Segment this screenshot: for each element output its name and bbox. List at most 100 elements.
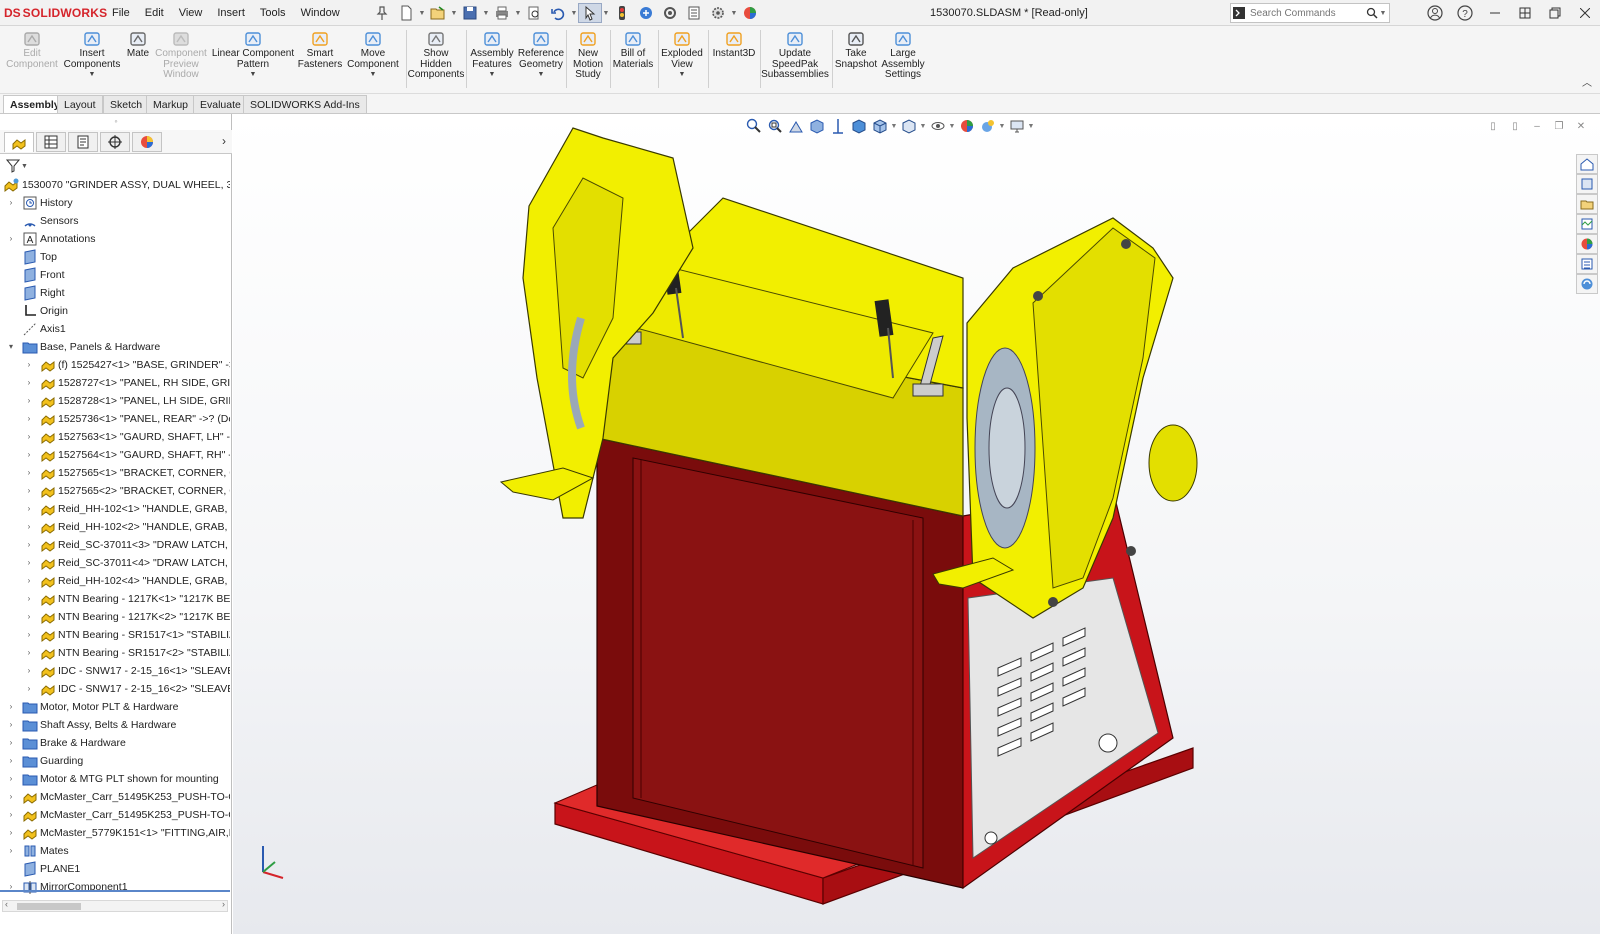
menu-insert[interactable]: Insert	[217, 7, 245, 19]
undo-dropdown[interactable]: ▼	[570, 3, 578, 23]
move-component-button[interactable]: Move Component ▼	[345, 28, 401, 92]
help-icon[interactable]: ?	[1450, 0, 1480, 26]
tree-item[interactable]: › History	[0, 194, 230, 212]
expand-arrow-icon[interactable]: ›	[6, 752, 16, 770]
viewport-close-icon[interactable]: ✕	[1570, 118, 1592, 134]
options-gear-icon[interactable]	[658, 3, 682, 23]
user-account-icon[interactable]	[1420, 0, 1450, 26]
search-scope-icon[interactable]	[1231, 4, 1247, 22]
search-dropdown[interactable]: ▼	[1379, 3, 1387, 23]
tree-item-component[interactable]: › Reid_HH-102<2> "HANDLE, GRAB, 13"	[0, 518, 230, 536]
tab-solidworks-add-ins[interactable]: SOLIDWORKS Add-Ins	[243, 95, 367, 113]
show-hidden-components-button[interactable]: Show Hidden Components	[407, 28, 465, 92]
collapse-ribbon-icon[interactable]: ︿	[1582, 74, 1592, 89]
tab-display-manager[interactable]	[132, 132, 162, 152]
tree-item-component[interactable]: › 1527563<1> "GAURD, SHAFT, LH" ->? (	[0, 428, 230, 446]
viewport-next-icon[interactable]: ▯	[1504, 118, 1526, 134]
tree-item-component[interactable]: › IDC - SNW17 - 2-15_16<2> "SLEAVE, NU	[0, 680, 230, 698]
expand-arrow-icon[interactable]: ›	[6, 716, 16, 734]
instant3d-button[interactable]: Instant3D	[709, 28, 759, 92]
exploded-view-button[interactable]: Exploded View ▼	[657, 28, 707, 92]
collapse-arrow-icon[interactable]: ▾	[6, 338, 16, 356]
tree-horizontal-scrollbar[interactable]: ‹ ›	[2, 899, 228, 912]
expand-arrow-icon[interactable]: ›	[24, 626, 34, 644]
restore-icon[interactable]	[1540, 0, 1570, 26]
open-folder-icon[interactable]	[426, 3, 450, 23]
tab-property-manager[interactable]	[36, 132, 66, 152]
filter-icon[interactable]	[6, 159, 20, 173]
tree-item[interactable]: › MirrorComponent1	[0, 878, 230, 896]
expand-arrow-icon[interactable]: ›	[24, 572, 34, 590]
appearance-icon[interactable]	[738, 3, 762, 23]
expand-arrow-icon[interactable]: ›	[24, 482, 34, 500]
tree-item[interactable]: Right	[0, 284, 230, 302]
tree-item-component[interactable]: › 1528728<1> "PANEL, LH SIDE, GRINDER	[0, 392, 230, 410]
expand-arrow-icon[interactable]: ›	[24, 500, 34, 518]
tree-item-component[interactable]: › 1527564<1> "GAURD, SHAFT, RH" ->x (	[0, 446, 230, 464]
menu-tools[interactable]: Tools	[260, 7, 286, 19]
tab-markup[interactable]: Markup	[146, 95, 196, 113]
expand-arrow-icon[interactable]: ›	[24, 608, 34, 626]
grinder-assembly-model[interactable]	[493, 118, 1213, 918]
tab-sketch[interactable]: Sketch	[103, 95, 150, 113]
expand-arrow-icon[interactable]: ›	[6, 698, 16, 716]
settings-dropdown[interactable]: ▼	[730, 3, 738, 23]
expand-arrow-icon[interactable]: ›	[6, 824, 16, 842]
expand-arrow-icon[interactable]: ›	[24, 554, 34, 572]
tree-item[interactable]: › Guarding	[0, 752, 230, 770]
bill-of-materials-button[interactable]: Bill of Materials	[610, 28, 656, 92]
tree-item[interactable]: Sensors	[0, 212, 230, 230]
expand-arrow-icon[interactable]: ›	[6, 788, 16, 806]
tree-item[interactable]: › McMaster_Carr_51495K253_PUSH-TO-CONI	[0, 806, 230, 824]
tree-item-component[interactable]: › (f) 1525427<1> "BASE, GRINDER" ->? (D	[0, 356, 230, 374]
viewport-restore-icon[interactable]: ❐	[1548, 118, 1570, 134]
tree-root[interactable]: 1530070 "GRINDER ASSY, DUAL WHEEL, 30HP"	[0, 176, 230, 194]
print-dropdown[interactable]: ▼	[514, 3, 522, 23]
tree-item[interactable]: ▾ Base, Panels & Hardware	[0, 338, 230, 356]
select-arrow-icon[interactable]	[578, 3, 602, 23]
expand-arrow-icon[interactable]: ›	[24, 464, 34, 482]
tree-item[interactable]: Top	[0, 248, 230, 266]
tree-item-component[interactable]: › Reid_SC-37011<4> "DRAW LATCH, T-H	[0, 554, 230, 572]
select-dropdown[interactable]: ▼	[602, 3, 610, 23]
expand-arrow-icon[interactable]: ›	[24, 410, 34, 428]
expand-arrow-icon[interactable]: ›	[24, 644, 34, 662]
settings-icon[interactable]	[706, 3, 730, 23]
tile-windows-icon[interactable]	[1510, 0, 1540, 26]
graphics-area[interactable]: ▼ ▼ ▼ ▼ ▼ ▯ ▯ – ❐ ✕	[233, 114, 1600, 934]
insert-components-dropdown-icon[interactable]: ▼	[89, 71, 96, 78]
tree-filter[interactable]: ▼	[6, 156, 232, 176]
file-explorer-icon[interactable]	[1576, 194, 1598, 214]
move-component-dropdown-icon[interactable]: ▼	[370, 71, 377, 78]
scroll-thumb[interactable]	[17, 903, 81, 910]
tree-item-component[interactable]: › 1525736<1> "PANEL, REAR" ->? (Defau	[0, 410, 230, 428]
new-motion-study-button[interactable]: New Motion Study	[568, 28, 608, 92]
tree-item[interactable]: › Brake & Hardware	[0, 734, 230, 752]
expand-arrow-icon[interactable]: ›	[24, 374, 34, 392]
tree-item[interactable]: › Mates	[0, 842, 230, 860]
tab-dimxpert-manager[interactable]	[100, 132, 130, 152]
tree-item-component[interactable]: › NTN Bearing - SR1517<2> "STABILIZIN	[0, 644, 230, 662]
undo-icon[interactable]	[546, 3, 570, 23]
tree-item[interactable]: Front	[0, 266, 230, 284]
tree-item-component[interactable]: › Reid_SC-37011<3> "DRAW LATCH, T-H	[0, 536, 230, 554]
filter-dropdown-icon[interactable]: ▼	[21, 163, 28, 170]
tree-item[interactable]: › McMaster_Carr_51495K253_PUSH-TO-CONI	[0, 788, 230, 806]
reference-geometry-button[interactable]: Reference Geometry ▼	[516, 28, 566, 92]
tree-item[interactable]: PLANE1	[0, 860, 230, 878]
tree-item-component[interactable]: › NTN Bearing - 1217K<1> "1217K BEARII	[0, 590, 230, 608]
new-dropdown[interactable]: ▼	[418, 3, 426, 23]
search-input[interactable]	[1247, 7, 1365, 19]
expand-arrow-icon[interactable]: ›	[24, 680, 34, 698]
close-icon[interactable]	[1570, 0, 1600, 26]
custom-properties-icon[interactable]	[1576, 254, 1598, 274]
rebuild-icon[interactable]	[610, 3, 634, 23]
solidworks-resources-icon[interactable]	[1576, 154, 1598, 174]
tab-layout[interactable]: Layout	[57, 95, 103, 113]
tree-item[interactable]: Axis1	[0, 320, 230, 338]
expand-arrow-icon[interactable]: ›	[24, 446, 34, 464]
save-icon[interactable]	[458, 3, 482, 23]
appearances-scenes-icon[interactable]	[1576, 234, 1598, 254]
tree-item[interactable]: › Shaft Assy, Belts & Hardware	[0, 716, 230, 734]
take-snapshot-button[interactable]: Take Snapshot	[833, 28, 879, 92]
